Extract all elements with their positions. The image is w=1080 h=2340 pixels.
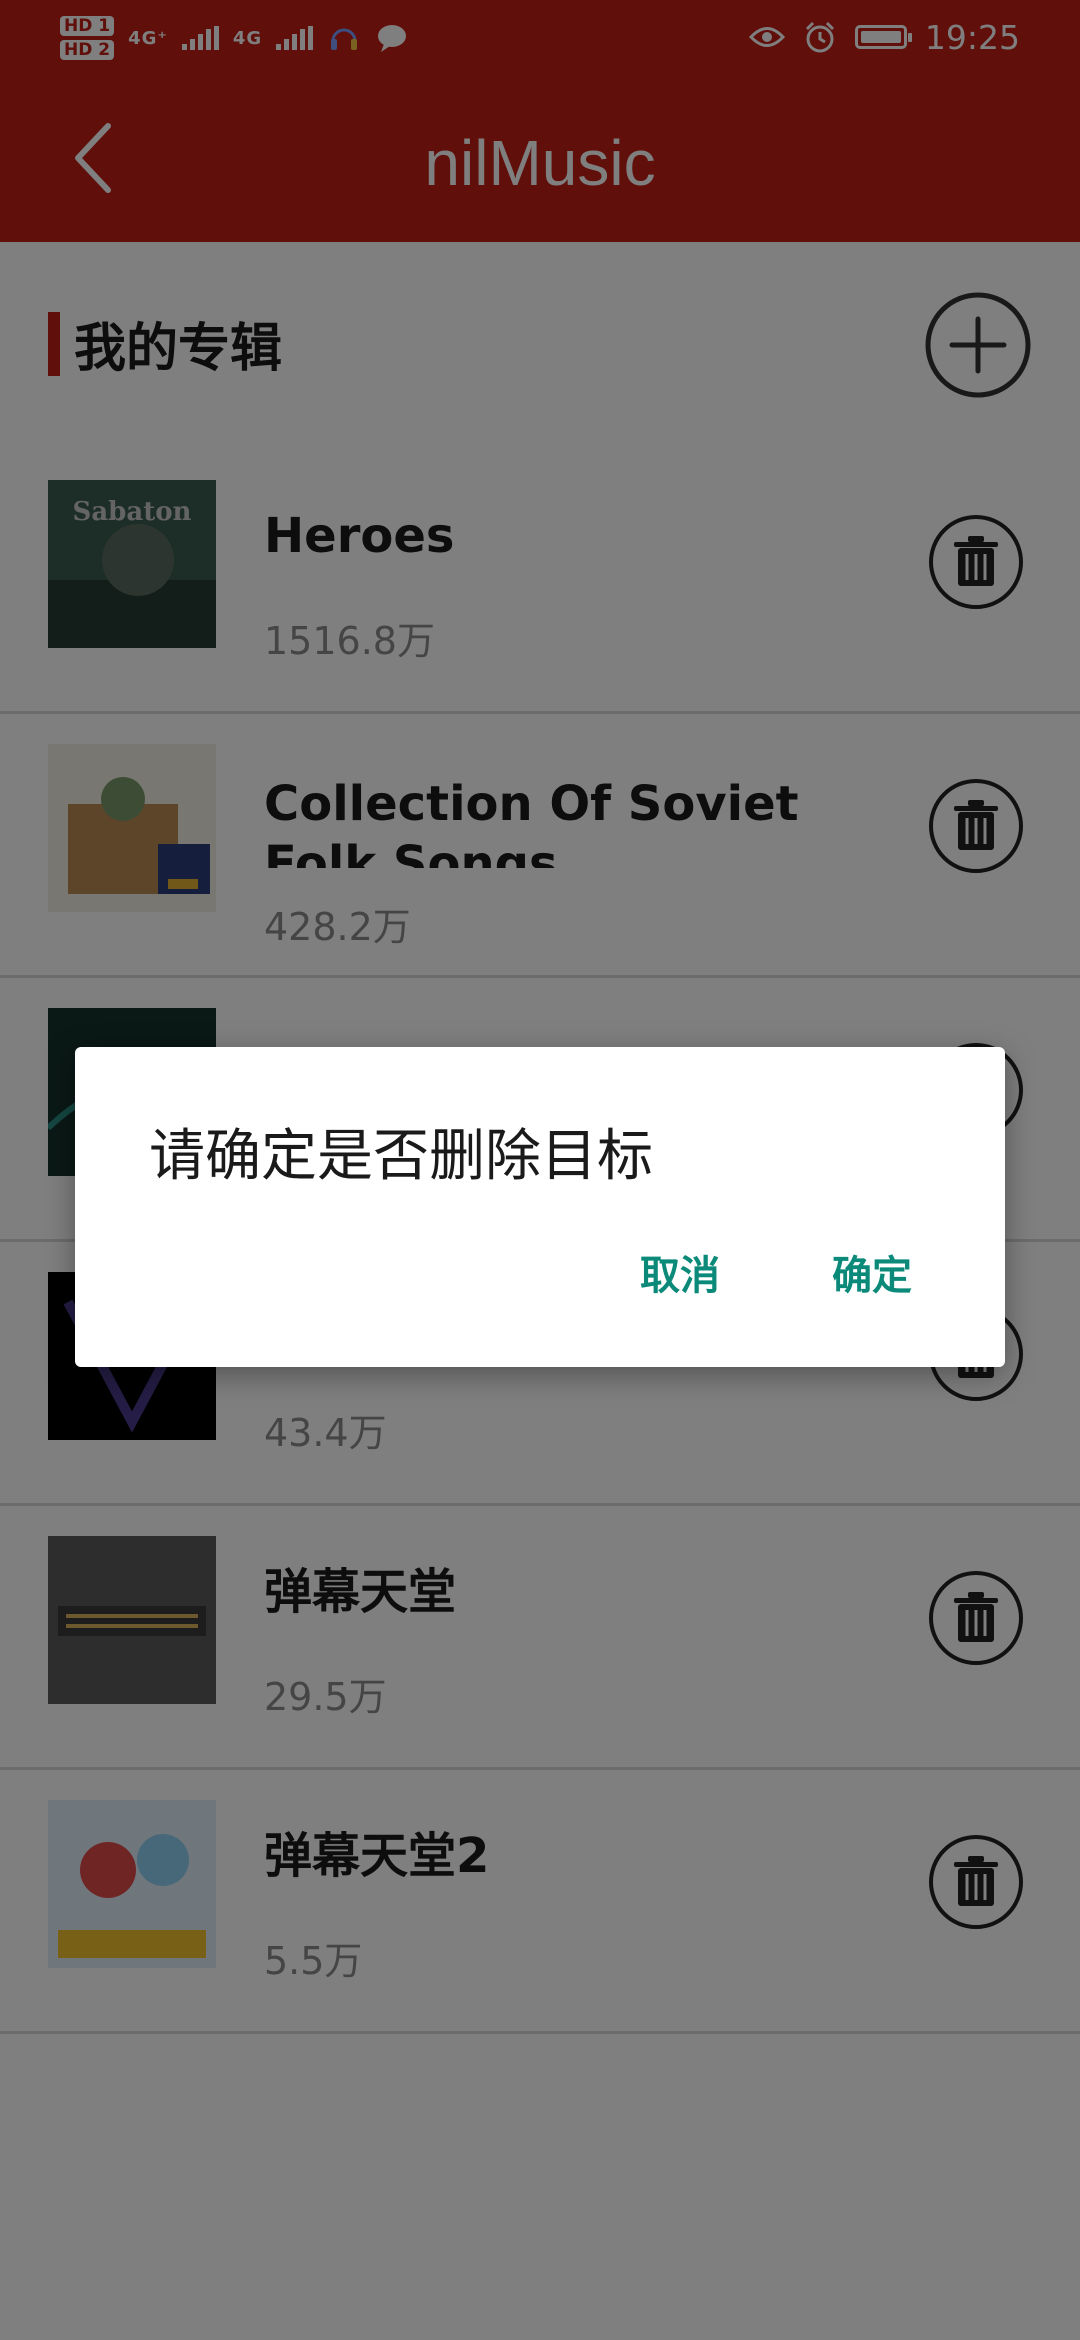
dialog-message: 请确定是否删除目标: [149, 1124, 653, 1189]
delete-confirm-dialog: 请确定是否删除目标 取消 确定: [75, 1047, 1005, 1367]
cancel-button[interactable]: 取消: [640, 1243, 720, 1301]
confirm-button[interactable]: 确定: [832, 1243, 912, 1301]
